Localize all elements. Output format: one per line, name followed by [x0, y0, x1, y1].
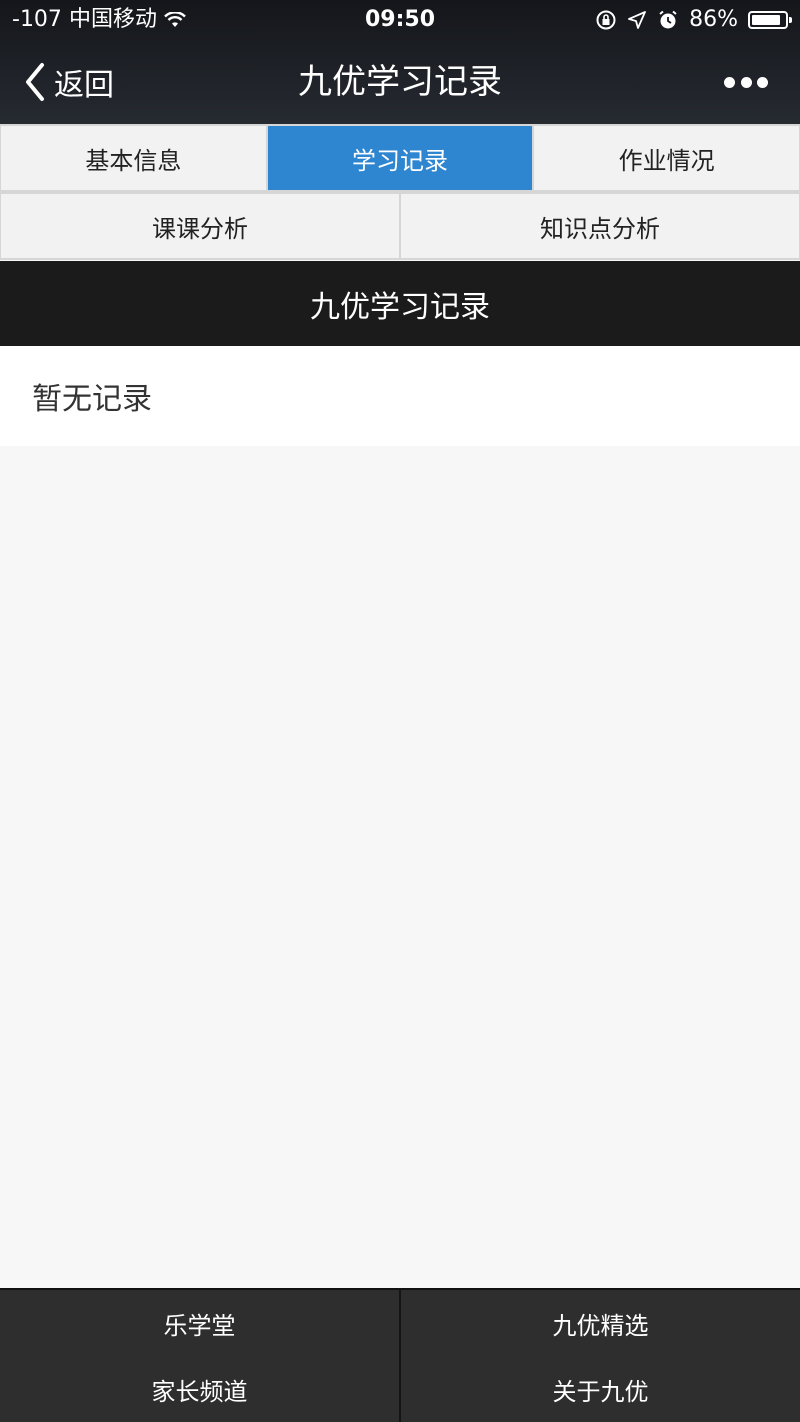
tab-homework[interactable]: 作业情况: [534, 126, 800, 190]
location-icon: [628, 11, 646, 29]
menu-item-featured[interactable]: 九优精选: [401, 1290, 800, 1356]
tab-panel: 基本信息 学习记录 作业情况 课课分析 知识点分析: [0, 124, 800, 260]
tab-basic-info[interactable]: 基本信息: [1, 126, 266, 190]
alarm-icon: [659, 10, 677, 29]
menu-item-about[interactable]: 关于九优: [401, 1356, 800, 1422]
back-label: 返回: [54, 68, 114, 103]
status-bar: -107 中国移动 09:50 86%: [0, 0, 800, 40]
battery-icon: [748, 11, 792, 29]
nav-bar: 返回 九优学习记录: [0, 40, 800, 124]
rotation-lock-icon: [596, 10, 616, 30]
tab-study-record[interactable]: 学习记录: [267, 126, 533, 190]
battery-cap: [789, 17, 792, 23]
menu-item-parent-channel[interactable]: 家长频道: [0, 1356, 399, 1422]
tab-knowledge-analysis[interactable]: 知识点分析: [401, 194, 799, 258]
dot-icon: [724, 76, 735, 88]
top-bar: -107 中国移动 09:50 86% 返回 九优学习记录: [0, 0, 800, 124]
tab-lesson-analysis[interactable]: 课课分析: [1, 194, 399, 258]
bottom-menu: 乐学堂 家长频道 九优精选 关于九优: [0, 1288, 800, 1422]
section-title: 九优学习记录: [0, 261, 800, 346]
tab-row-2: 课课分析 知识点分析: [0, 192, 800, 260]
dot-icon: [740, 76, 752, 88]
bottom-menu-right: 九优精选 关于九优: [399, 1290, 800, 1422]
back-button[interactable]: 返回: [24, 60, 114, 104]
more-options-button[interactable]: [724, 70, 768, 94]
empty-state-text: 暂无记录: [0, 346, 800, 446]
chevron-left-icon: [26, 63, 44, 101]
battery-percent: 86%: [689, 7, 738, 32]
status-right: 86%: [595, 0, 792, 40]
dot-icon: [757, 76, 768, 88]
bottom-menu-left: 乐学堂 家长频道: [0, 1290, 399, 1422]
battery-fill: [752, 15, 780, 25]
menu-item-lexuetang[interactable]: 乐学堂: [0, 1290, 399, 1356]
tab-row-1: 基本信息 学习记录 作业情况: [0, 124, 800, 192]
page-title: 九优学习记录: [298, 62, 502, 102]
